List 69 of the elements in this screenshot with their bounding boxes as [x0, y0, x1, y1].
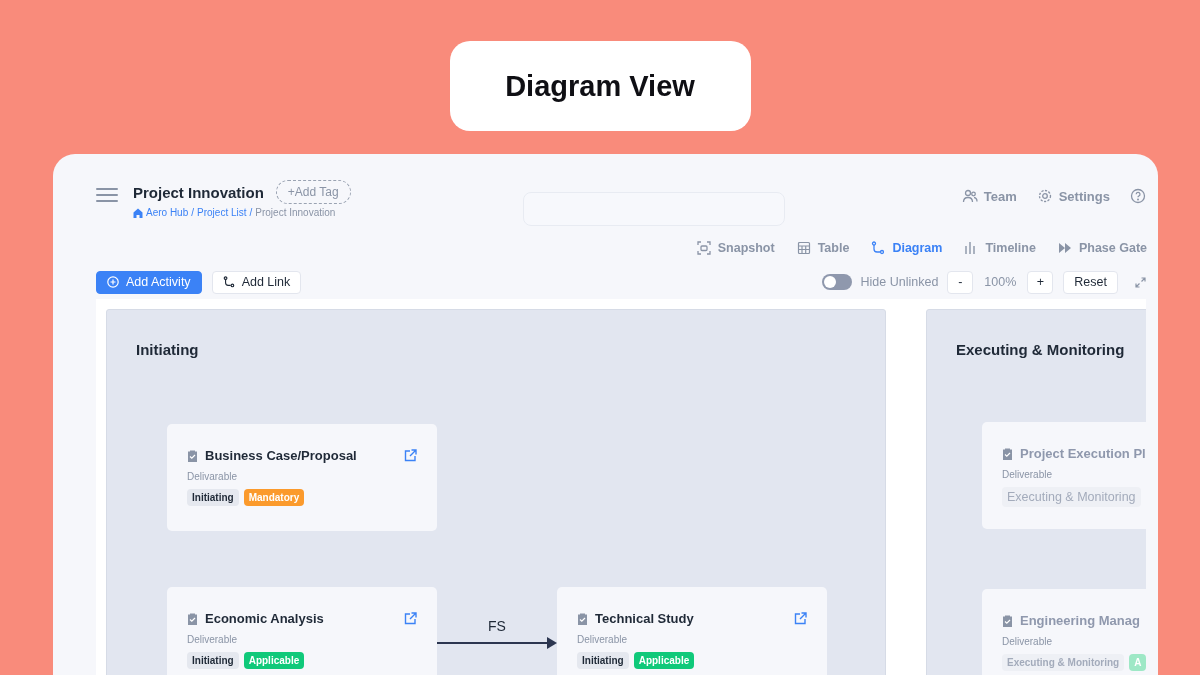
phase-tag: Initiating: [187, 489, 239, 506]
home-icon: [133, 207, 143, 218]
breadcrumb-current: Project Innovation: [255, 207, 336, 218]
reset-button[interactable]: Reset: [1063, 270, 1118, 294]
zoom-in-button[interactable]: +: [1027, 270, 1054, 294]
clipboard-icon: [187, 612, 198, 625]
menu-icon[interactable]: [96, 187, 118, 203]
fast-forward-icon: [1057, 241, 1072, 255]
flow-icon: [871, 241, 886, 255]
activity-title: Engineering Manag: [1020, 613, 1140, 628]
breadcrumb-separator: /: [191, 207, 195, 218]
table-tab[interactable]: Table: [796, 237, 850, 259]
clipboard-icon: [187, 449, 198, 462]
activity-type: Delivarable: [187, 471, 239, 482]
help-icon[interactable]: [1130, 188, 1146, 204]
status-tag: Applicable: [243, 652, 305, 669]
breadcrumb-link[interactable]: Project List: [197, 207, 247, 218]
activity-card[interactable]: Technical Study Deliverable Initiating Applicable: [557, 587, 827, 675]
phase-tag: Executing & Monitoring: [1002, 654, 1125, 671]
clipboard-icon: [1002, 447, 1013, 460]
camera-icon: [696, 241, 711, 255]
settings-link[interactable]: Settings: [1036, 188, 1110, 204]
activity-type: Deliverable: [577, 634, 629, 645]
external-link-icon[interactable]: [404, 612, 417, 625]
team-link[interactable]: Team: [961, 188, 1017, 204]
hide-unlinked-toggle[interactable]: [821, 274, 852, 290]
activity-title: Project Execution Pl: [1020, 446, 1146, 461]
activity-card[interactable]: Engineering Manag Deliverable Executing & Monitoring A: [982, 589, 1146, 675]
zoom-level: 100%: [984, 275, 1017, 289]
add-activity-button[interactable]: Add Activity: [96, 270, 202, 294]
activity-card[interactable]: Business Case/Proposal Delivarable Initiating Mandatory: [167, 424, 437, 531]
people-icon: [961, 188, 978, 204]
clipboard-icon: [577, 612, 588, 625]
page-title: Diagram View: [449, 41, 751, 131]
hide-unlinked-label: Hide Unlinked: [860, 275, 939, 289]
phase-tag: Initiating: [577, 652, 629, 669]
activity-card[interactable]: Project Execution Pl Deliverable Executing & Monitoring: [982, 422, 1146, 529]
add-link-button[interactable]: Add Link: [211, 270, 302, 294]
activity-title: Economic Analysis: [205, 611, 324, 626]
activity-type: Deliverable: [1002, 636, 1054, 647]
link-label: FS: [488, 618, 506, 634]
diagram-tab[interactable]: Diagram: [871, 237, 943, 259]
status-tag: Applicable: [633, 652, 695, 669]
flow-icon: [222, 276, 235, 288]
expand-icon[interactable]: [1135, 276, 1146, 288]
status-tag: Mandatory: [243, 489, 305, 506]
external-link-icon[interactable]: [794, 612, 807, 625]
phase-title: Executing & Monitoring: [956, 341, 1125, 358]
breadcrumb-link[interactable]: Aero Hub: [146, 207, 189, 218]
external-link-icon[interactable]: [404, 449, 417, 462]
snapshot-tab[interactable]: Snapshot: [696, 237, 775, 259]
settings-icon: [1036, 188, 1053, 204]
activity-title: Technical Study: [595, 611, 694, 626]
project-title: Project Innovation: [133, 183, 264, 201]
clipboard-icon: [1002, 614, 1013, 627]
activity-type: Deliverable: [187, 634, 239, 645]
breadcrumb-separator: /: [249, 207, 253, 218]
phase-title: Initiating: [136, 341, 199, 358]
status-tag: A: [1129, 654, 1146, 671]
phasegate-tab[interactable]: Phase Gate: [1057, 237, 1147, 259]
phase-tag: Initiating: [187, 652, 239, 669]
timeline-tab[interactable]: Timeline: [964, 237, 1036, 259]
phase-tag: Executing & Monitoring: [1002, 487, 1141, 507]
activity-type: Deliverable: [1002, 469, 1054, 480]
plus-circle-icon: [107, 276, 119, 288]
activity-card[interactable]: Economic Analysis Deliverable Initiating Applicable: [167, 587, 437, 675]
grid-icon: [796, 241, 811, 255]
activity-title: Business Case/Proposal: [205, 448, 357, 463]
zoom-out-button[interactable]: -: [947, 270, 974, 294]
